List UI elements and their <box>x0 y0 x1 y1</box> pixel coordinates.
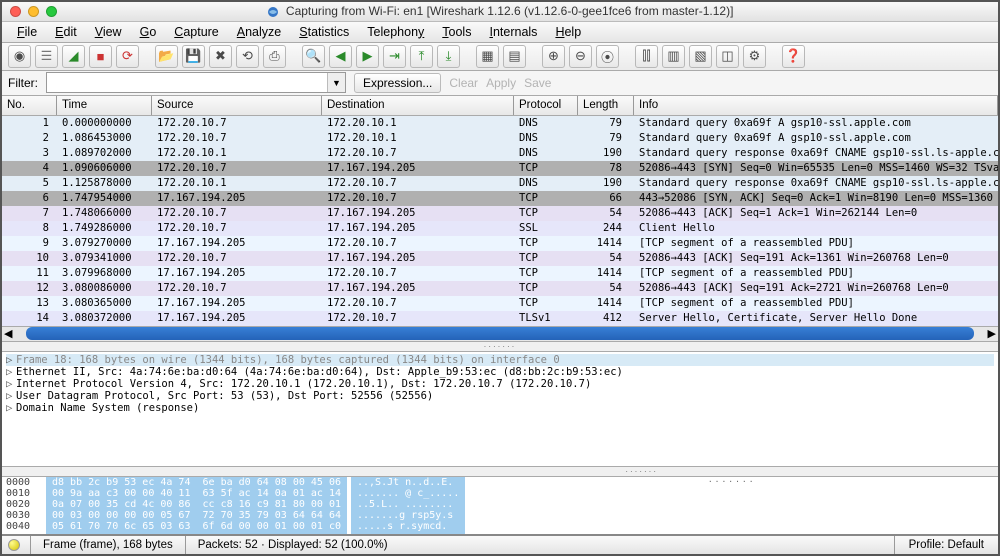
col-info[interactable]: Info <box>634 96 998 115</box>
menu-tools[interactable]: Tools <box>433 22 480 42</box>
go-to-icon[interactable]: ⇥ <box>383 45 406 68</box>
last-packet-icon[interactable]: ⤓ <box>437 45 460 68</box>
detail-dns: ▷Domain Name System (response) <box>6 402 994 414</box>
prefs-icon[interactable]: ⚙ <box>743 45 766 68</box>
menu-analyze[interactable]: Analyze <box>228 22 290 42</box>
menu-file[interactable]: File <box>8 22 46 42</box>
detail-ip: ▷Internet Protocol Version 4, Src: 172.2… <box>6 378 994 390</box>
close-icon[interactable] <box>10 6 21 17</box>
minimize-icon[interactable] <box>28 6 39 17</box>
close-file-icon[interactable]: ✖ <box>209 45 232 68</box>
col-time[interactable]: Time <box>57 96 152 115</box>
packet-hscroll[interactable]: ◀▶ <box>2 326 998 341</box>
filter-input-wrap: ▼ <box>46 72 346 93</box>
hex-splitter[interactable]: ······· <box>465 477 998 534</box>
go-back-icon[interactable]: ◀ <box>329 45 352 68</box>
clear-button[interactable]: Clear <box>449 76 478 90</box>
col-source[interactable]: Source <box>152 96 322 115</box>
open-icon[interactable]: 📂 <box>155 45 178 68</box>
filter-label: Filter: <box>8 76 38 90</box>
table-row[interactable]: 133.08036500017.167.194.205172.20.10.7TC… <box>2 296 998 311</box>
menu-statistics[interactable]: Statistics <box>290 22 358 42</box>
display-filters-icon[interactable]: ▧ <box>689 45 712 68</box>
zoom-in-icon[interactable]: ⊕ <box>542 45 565 68</box>
hex-bytes: d8 bb 2c b9 53 ec 4a 74 6e ba d0 64 08 0… <box>46 477 347 534</box>
save-icon[interactable]: 💾 <box>182 45 205 68</box>
colorize-icon[interactable]: ▦ <box>476 45 499 68</box>
capture-filters-icon[interactable]: ▥ <box>662 45 685 68</box>
table-row[interactable]: 113.07996800017.167.194.205172.20.10.7TC… <box>2 266 998 281</box>
filter-bar: Filter: ▼ Expression... Clear Apply Save <box>2 71 998 96</box>
packet-rows: 10.000000000172.20.10.7172.20.10.1DNS79S… <box>2 116 998 326</box>
menu-internals[interactable]: Internals <box>480 22 546 42</box>
first-packet-icon[interactable]: ⤒ <box>410 45 433 68</box>
detail-udp: ▷User Datagram Protocol, Src Port: 53 (5… <box>6 390 994 402</box>
table-row[interactable]: 41.090606000172.20.10.717.167.194.205TCP… <box>2 161 998 176</box>
hex-ascii: ..,S.Jt n..d..E. ....... @ c_..... ..5.L… <box>351 477 465 534</box>
pane-splitter[interactable]: ······· <box>2 342 998 352</box>
detail-frame: ▷Frame 18: 168 bytes on wire (1344 bits)… <box>6 354 994 366</box>
menu-help[interactable]: Help <box>546 22 590 42</box>
save-button[interactable]: Save <box>524 76 551 90</box>
pane-splitter-2[interactable]: ······· <box>2 467 998 477</box>
table-row[interactable]: 103.079341000172.20.10.717.167.194.205TC… <box>2 251 998 266</box>
packet-list-pane: No. Time Source Destination Protocol Len… <box>2 96 998 342</box>
find-icon[interactable]: 🔍 <box>302 45 325 68</box>
menu-view[interactable]: View <box>86 22 131 42</box>
packet-details-pane[interactable]: ▷Frame 18: 168 bytes on wire (1344 bits)… <box>2 352 998 467</box>
table-row[interactable]: 71.748066000172.20.10.717.167.194.205TCP… <box>2 206 998 221</box>
table-row[interactable]: 10.000000000172.20.10.7172.20.10.1DNS79S… <box>2 116 998 131</box>
reload-icon[interactable]: ⟲ <box>236 45 259 68</box>
table-row[interactable]: 93.07927000017.167.194.205172.20.10.7TCP… <box>2 236 998 251</box>
status-frame: Frame (frame), 168 bytes <box>35 539 181 551</box>
stop-capture-icon[interactable]: ■ <box>89 45 112 68</box>
filter-input[interactable] <box>47 73 327 92</box>
table-row[interactable]: 123.080086000172.20.10.717.167.194.205TC… <box>2 281 998 296</box>
menu-go[interactable]: Go <box>131 22 166 42</box>
status-packets: Packets: 52 · Displayed: 52 (100.0%) <box>190 539 396 551</box>
table-row[interactable]: 81.749286000172.20.10.717.167.194.205SSL… <box>2 221 998 236</box>
hex-offsets: 00000010002000300040 <box>6 477 46 534</box>
coloring-rules-icon[interactable]: ◫ <box>716 45 739 68</box>
table-row[interactable]: 51.125878000172.20.10.1172.20.10.7DNS190… <box>2 176 998 191</box>
col-destination[interactable]: Destination <box>322 96 514 115</box>
expert-info-icon[interactable] <box>8 539 20 551</box>
help-icon[interactable]: ❓ <box>782 45 805 68</box>
app-icon <box>267 6 279 18</box>
statusbar: Frame (frame), 168 bytes Packets: 52 · D… <box>2 534 998 554</box>
zoom-out-icon[interactable]: ⊖ <box>569 45 592 68</box>
col-protocol[interactable]: Protocol <box>514 96 578 115</box>
interfaces-icon[interactable]: ◉ <box>8 45 31 68</box>
table-row[interactable]: 61.74795400017.167.194.205172.20.10.7TCP… <box>2 191 998 206</box>
col-length[interactable]: Length <box>578 96 634 115</box>
resize-cols-icon[interactable]: ⫿⫿ <box>635 45 658 68</box>
menu-telephony[interactable]: Telephony <box>358 22 433 42</box>
packet-list-header: No. Time Source Destination Protocol Len… <box>2 96 998 116</box>
go-forward-icon[interactable]: ▶ <box>356 45 379 68</box>
table-row[interactable]: 21.086453000172.20.10.7172.20.10.1DNS79S… <box>2 131 998 146</box>
start-capture-icon[interactable]: ◢ <box>62 45 85 68</box>
menubar: File Edit View Go Capture Analyze Statis… <box>2 22 998 43</box>
window-controls <box>10 6 57 17</box>
zoom-reset-icon[interactable]: ⦿ <box>596 45 619 68</box>
filter-dropdown-icon[interactable]: ▼ <box>327 73 345 92</box>
apply-button[interactable]: Apply <box>486 76 516 90</box>
toolbar: ◉ ☰ ◢ ■ ⟳ 📂 💾 ✖ ⟲ ⎙ 🔍 ◀ ▶ ⇥ ⤒ ⤓ ▦ ▤ ⊕ ⊖ … <box>2 43 998 71</box>
restart-capture-icon[interactable]: ⟳ <box>116 45 139 68</box>
table-row[interactable]: 143.08037200017.167.194.205172.20.10.7TL… <box>2 311 998 326</box>
window-title: Capturing from Wi-Fi: en1 [Wireshark 1.1… <box>2 4 998 18</box>
menu-edit[interactable]: Edit <box>46 22 86 42</box>
menu-capture[interactable]: Capture <box>165 22 227 42</box>
expression-button[interactable]: Expression... <box>354 73 441 93</box>
detail-ethernet: ▷Ethernet II, Src: 4a:74:6e:ba:d0:64 (4a… <box>6 366 994 378</box>
titlebar: Capturing from Wi-Fi: en1 [Wireshark 1.1… <box>2 2 998 22</box>
options-icon[interactable]: ☰ <box>35 45 58 68</box>
packet-bytes-pane[interactable]: 00000010002000300040 d8 bb 2c b9 53 ec 4… <box>2 477 998 534</box>
col-no[interactable]: No. <box>2 96 57 115</box>
autoscroll-icon[interactable]: ▤ <box>503 45 526 68</box>
status-profile[interactable]: Profile: Default <box>894 536 998 554</box>
zoom-icon[interactable] <box>46 6 57 17</box>
table-row[interactable]: 31.089702000172.20.10.1172.20.10.7DNS190… <box>2 146 998 161</box>
print-icon[interactable]: ⎙ <box>263 45 286 68</box>
